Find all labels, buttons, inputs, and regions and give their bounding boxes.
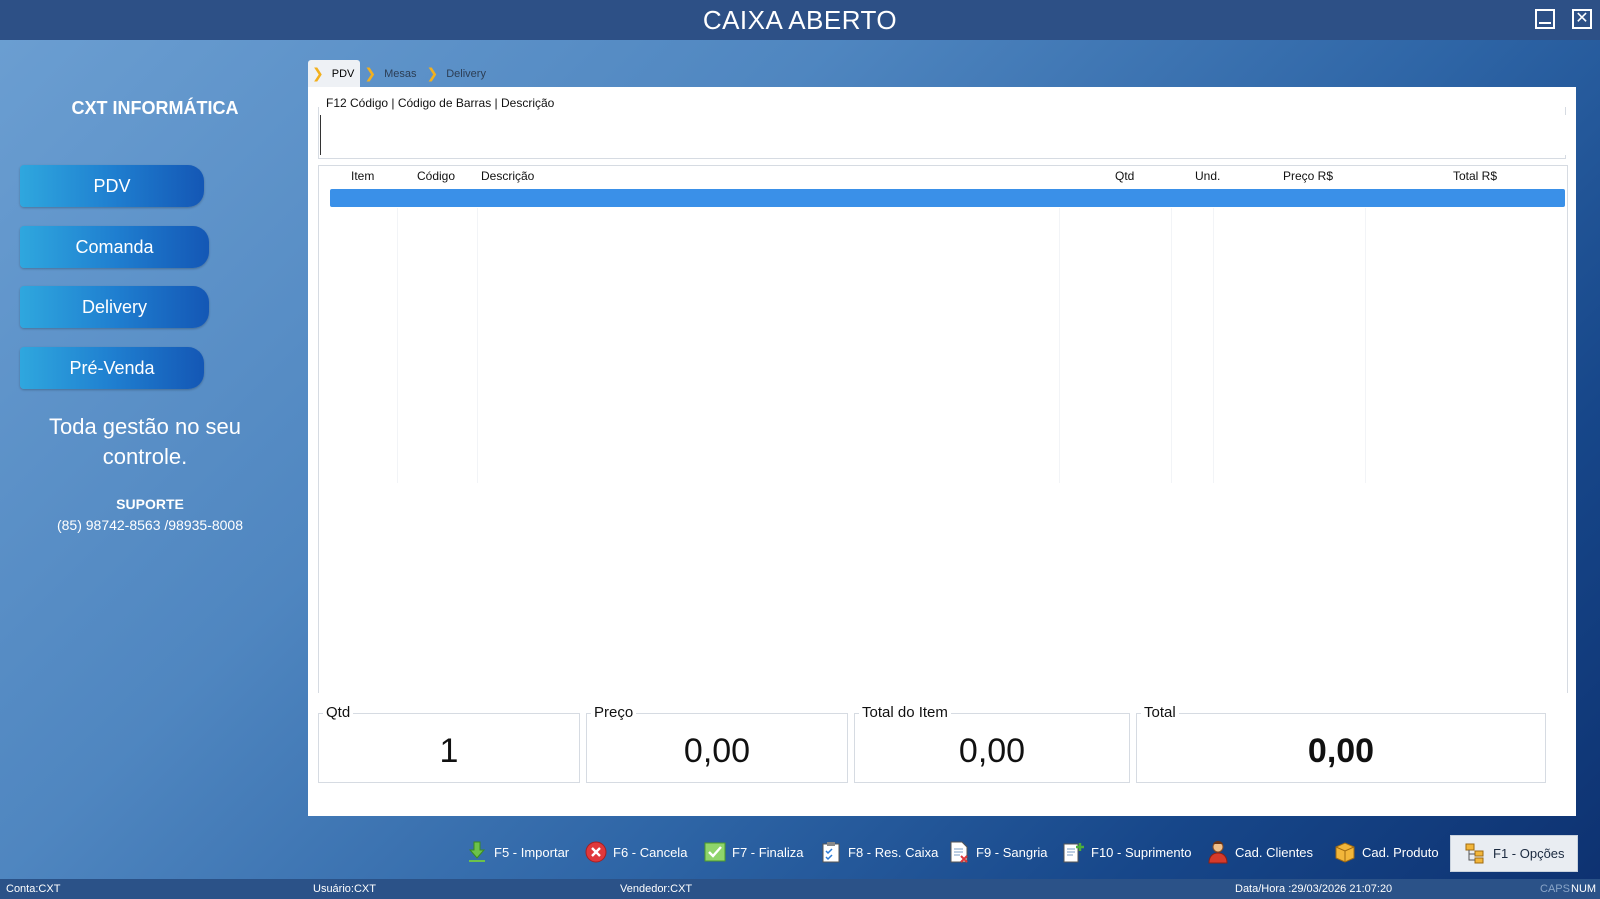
close-icon[interactable]: ✕ <box>1572 9 1592 29</box>
cad-clientes-button[interactable]: Cad. Clientes <box>1207 835 1313 869</box>
preco-label: Preço <box>591 704 637 721</box>
slogan: Toda gestão no seu controle. <box>48 414 242 469</box>
search-label: F12 Código | Código de Barras | Descriçã… <box>324 96 557 110</box>
sangria-button[interactable]: F9 - Sangria <box>948 835 1048 869</box>
document-remove-icon <box>948 841 970 863</box>
opcoes-label: F1 - Opções <box>1493 846 1565 861</box>
col-qtd[interactable]: Qtd <box>1115 169 1134 183</box>
checkmark-icon <box>704 841 726 863</box>
total-item-value: 0,00 <box>958 732 1026 770</box>
status-bar: Conta:CXT Usuário:CXT Vendedor:CXT Data/… <box>0 879 1600 899</box>
pre-venda-button[interactable]: Pré-Venda <box>20 347 204 389</box>
qtd-value: 1 <box>439 732 459 770</box>
minimize-icon[interactable] <box>1535 9 1555 29</box>
qtd-box: Qtd 1 <box>318 704 580 783</box>
totals-panel: Qtd 1 Preço 0,00 Total do Item 0,00 Tota… <box>318 693 1568 806</box>
total-box: Total 0,00 <box>1136 704 1546 783</box>
delivery-button[interactable]: Delivery <box>20 286 209 328</box>
brand-name: CXT INFORMÁTICA <box>71 98 239 118</box>
status-vendedor: Vendedor:CXT <box>620 883 693 895</box>
importar-label: F5 - Importar <box>494 844 570 860</box>
column-divider <box>397 208 398 483</box>
chevron-right-icon: ❯ <box>312 65 324 81</box>
col-total[interactable]: Total R$ <box>1453 169 1497 183</box>
tree-options-icon <box>1465 843 1487 865</box>
cad-clientes-label: Cad. Clientes <box>1235 844 1314 860</box>
column-divider <box>1365 208 1366 483</box>
cancel-icon <box>585 841 607 863</box>
clipboard-icon <box>820 841 842 863</box>
tab-mesas[interactable]: ❯ Mesas <box>360 60 422 87</box>
tab-pdv-label: PDV <box>331 67 355 80</box>
support-phone: (85) 98742-8563 /98935-8008 <box>56 517 244 533</box>
finaliza-button[interactable]: F7 - Finaliza <box>704 835 804 869</box>
res-caixa-button[interactable]: F8 - Res. Caixa <box>820 835 938 869</box>
selected-row[interactable] <box>330 189 1565 207</box>
status-num: NUM <box>1571 883 1597 895</box>
col-preco[interactable]: Preço R$ <box>1283 169 1333 183</box>
cad-produto-label: Cad. Produto <box>1362 844 1439 860</box>
col-item[interactable]: Item <box>351 169 374 183</box>
opcoes-button[interactable]: F1 - Opções <box>1450 835 1578 872</box>
column-divider <box>1213 208 1214 483</box>
pdv-button[interactable]: PDV <box>20 165 204 207</box>
res-caixa-label: F8 - Res. Caixa <box>848 844 939 860</box>
total-item-box: Total do Item 0,00 <box>854 704 1130 783</box>
document-add-icon <box>1063 841 1085 863</box>
grid-header: Item Código Descrição Qtd Und. Preço R$ … <box>319 166 1567 187</box>
cad-produto-button[interactable]: Cad. Produto <box>1334 835 1439 869</box>
tab-delivery[interactable]: ❯ Delivery <box>423 60 492 87</box>
preco-box: Preço 0,00 <box>586 704 848 783</box>
chevron-right-icon: ❯ <box>426 65 439 81</box>
status-usuario: Usuário:CXT <box>313 883 376 895</box>
qtd-label: Qtd <box>323 704 354 721</box>
cancela-button[interactable]: F6 - Cancela <box>585 835 687 869</box>
column-divider <box>1171 208 1172 483</box>
preco-value: 0,00 <box>683 732 751 770</box>
tab-delivery-label: Delivery <box>446 67 486 80</box>
status-conta: Conta:CXT <box>6 883 61 895</box>
total-value: 0,00 <box>1307 732 1375 770</box>
download-icon <box>466 841 488 863</box>
tab-pdv[interactable]: ❯ PDV <box>308 60 361 87</box>
status-datahora: Data/Hora :29/03/2026 21:07:20 <box>1235 883 1393 895</box>
column-divider <box>477 208 478 483</box>
tab-mesas-label: Mesas <box>384 67 417 80</box>
importar-button[interactable]: F5 - Importar <box>466 835 569 869</box>
finaliza-label: F7 - Finaliza <box>732 844 804 860</box>
col-descricao[interactable]: Descrição <box>481 169 534 183</box>
col-und[interactable]: Und. <box>1195 169 1220 183</box>
main-panel: F12 Código | Código de Barras | Descriçã… <box>308 87 1576 816</box>
suprimento-label: F10 - Suprimento <box>1091 844 1192 860</box>
total-item-label: Total do Item <box>859 704 951 721</box>
search-input[interactable] <box>320 115 1568 155</box>
breadcrumb: ❯ PDV ❯ Mesas ❯ Delivery <box>308 60 492 87</box>
column-divider <box>1059 208 1060 483</box>
title-bar: CAIXA ABERTO ✕ <box>0 0 1600 40</box>
total-label: Total <box>1141 704 1179 721</box>
user-icon <box>1207 841 1229 864</box>
chevron-right-icon: ❯ <box>364 65 377 81</box>
cancela-label: F6 - Cancela <box>613 844 688 860</box>
comanda-button[interactable]: Comanda <box>20 226 209 268</box>
sangria-label: F9 - Sangria <box>976 844 1048 860</box>
col-codigo[interactable]: Código <box>417 169 455 183</box>
suprimento-button[interactable]: F10 - Suprimento <box>1063 835 1191 869</box>
status-caps: CAPS <box>1540 883 1570 895</box>
box-icon <box>1334 841 1356 863</box>
support-title: SUPORTE <box>116 496 184 512</box>
window-title: CAIXA ABERTO <box>702 4 898 35</box>
